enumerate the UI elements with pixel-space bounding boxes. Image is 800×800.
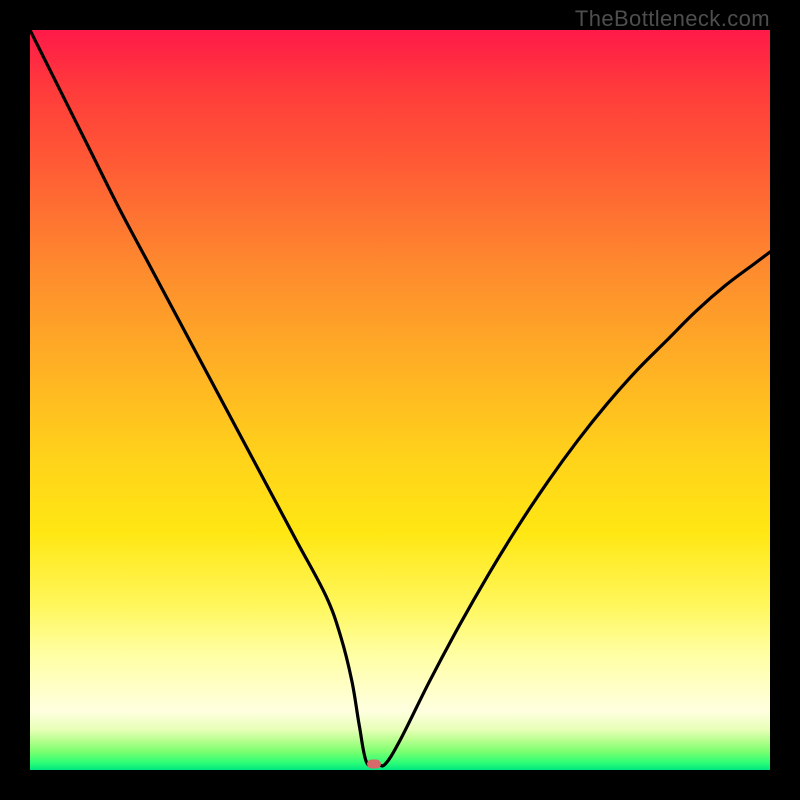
plot-area: [30, 30, 770, 770]
chart-frame: TheBottleneck.com: [0, 0, 800, 800]
optimal-marker: [367, 760, 381, 769]
bottleneck-curve: [30, 30, 770, 770]
attribution-label: TheBottleneck.com: [575, 6, 770, 32]
